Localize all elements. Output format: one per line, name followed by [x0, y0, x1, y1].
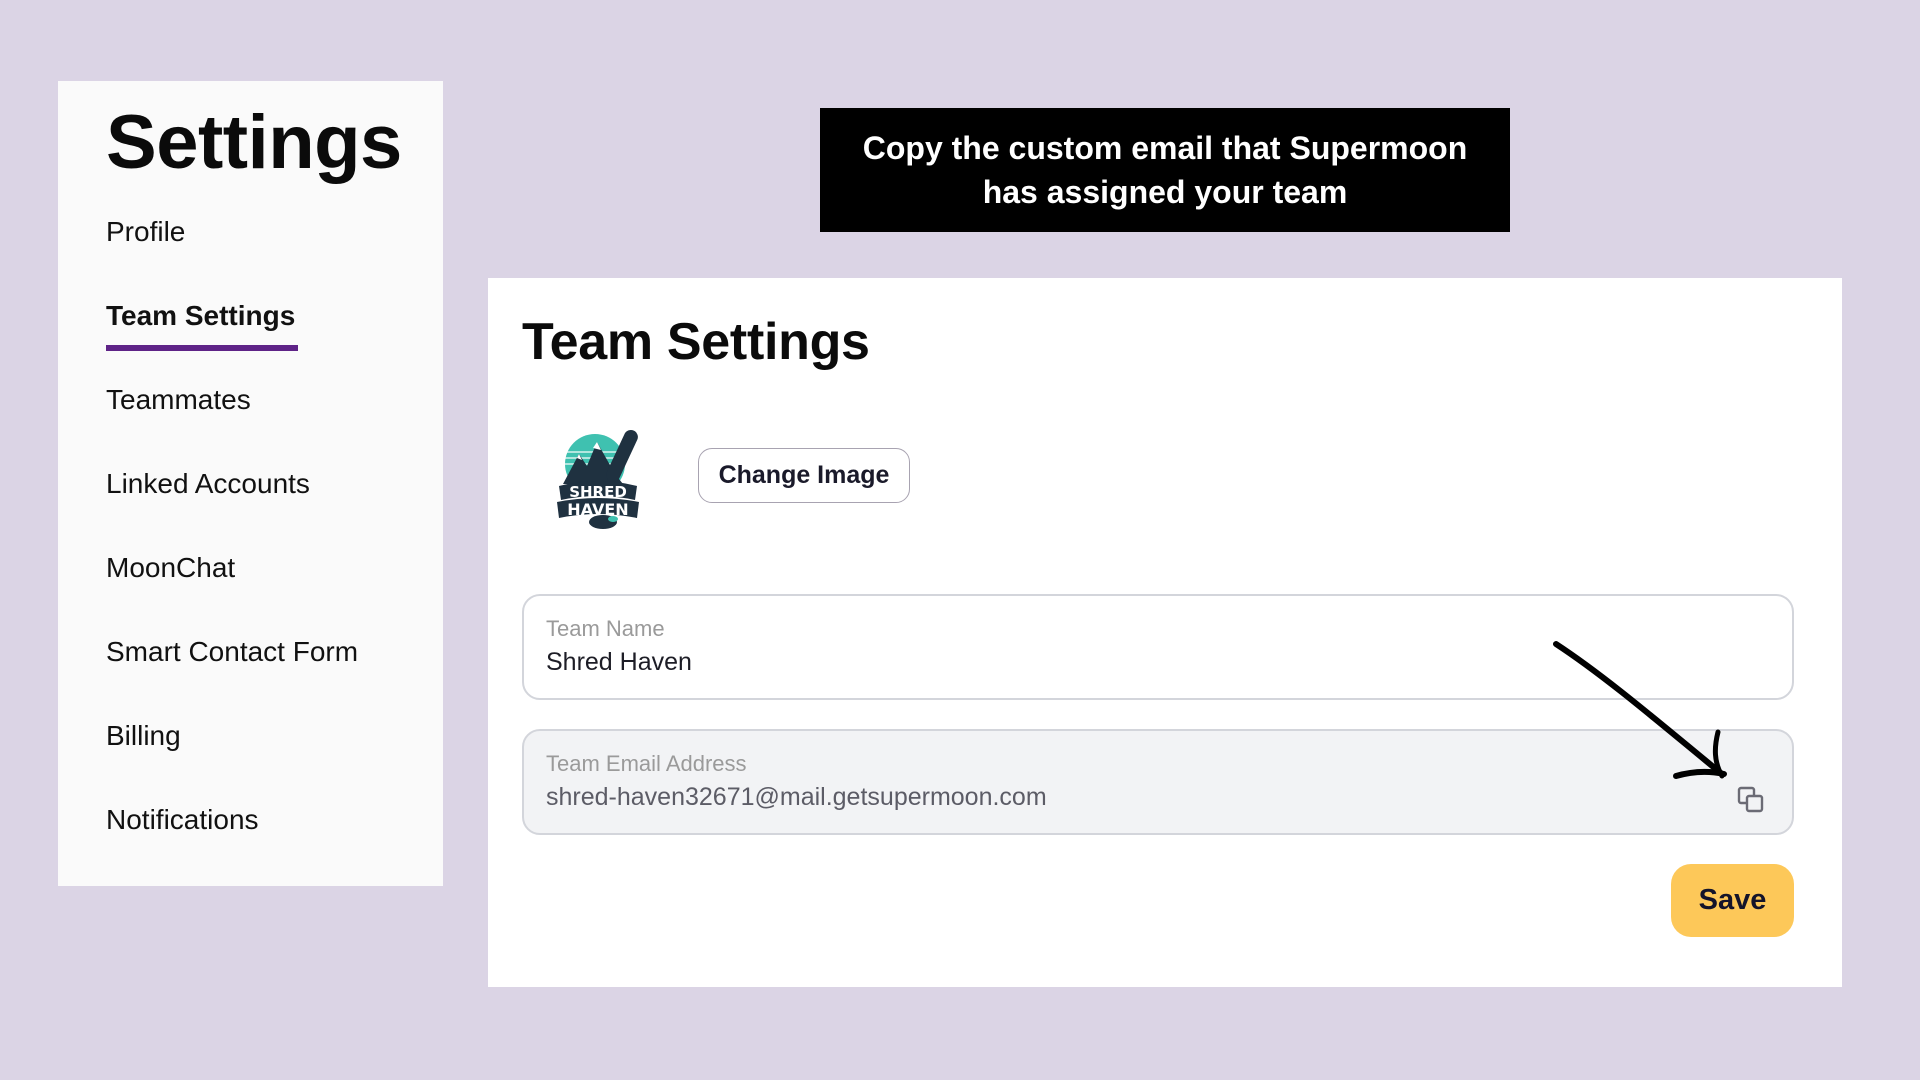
sidebar-item-teammates[interactable]: Teammates [106, 383, 251, 417]
save-button[interactable]: Save [1671, 864, 1794, 937]
team-name-label: Team Name [546, 616, 665, 641]
sidebar-item-smart-contact-form[interactable]: Smart Contact Form [106, 635, 358, 669]
sidebar-title: Settings [106, 100, 402, 185]
team-email-label: Team Email Address [546, 751, 747, 776]
copy-icon[interactable] [1736, 785, 1766, 815]
sidebar-item-billing[interactable]: Billing [106, 719, 181, 753]
team-settings-panel: Team Settings SHRED HAVEN Change Image T… [488, 278, 1842, 987]
instruction-text: Copy the custom email that Supermoon has… [862, 130, 1468, 210]
team-email-input[interactable] [546, 783, 1646, 812]
settings-sidebar: Settings Profile Team Settings Teammates… [58, 81, 443, 886]
team-name-field[interactable]: Team Name [522, 594, 1794, 700]
page-title: Team Settings [522, 313, 870, 371]
instruction-banner: Copy the custom email that Supermoon has… [820, 108, 1510, 232]
sidebar-item-moonchat[interactable]: MoonChat [106, 551, 235, 585]
sidebar-item-team-settings[interactable]: Team Settings [106, 299, 295, 333]
sidebar-item-notifications[interactable]: Notifications [106, 803, 259, 837]
change-image-button[interactable]: Change Image [698, 448, 910, 503]
team-logo: SHRED HAVEN [557, 429, 639, 529]
sidebar-item-profile[interactable]: Profile [106, 215, 185, 249]
sidebar-item-linked-accounts[interactable]: Linked Accounts [106, 467, 310, 501]
team-email-field: Team Email Address [522, 729, 1794, 835]
team-name-input[interactable] [546, 648, 1646, 677]
active-tab-underline [106, 345, 298, 351]
